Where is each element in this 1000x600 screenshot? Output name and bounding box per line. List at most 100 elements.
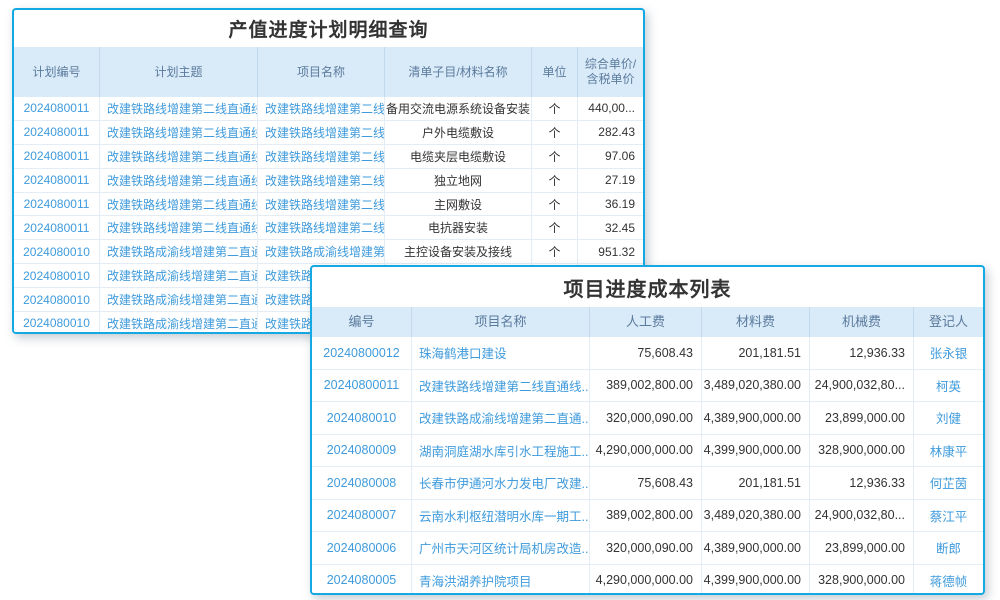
- column-header-material-name: 清单子目/材料名称: [385, 47, 532, 97]
- cell-unit-price: 32.45: [578, 216, 643, 239]
- table-row: 2024080010改建铁路成渝线增建第二直通改建铁路成渝线增建第二直通主控设备…: [14, 240, 643, 264]
- cell-registrant-link[interactable]: 断郎: [914, 532, 983, 564]
- cell-unit: 个: [532, 193, 578, 216]
- cell-plan-no-link[interactable]: 2024080010: [14, 264, 100, 287]
- cell-plan-subject-link[interactable]: 改建铁路线增建第二线直通线: [100, 145, 258, 168]
- cell-material-cost: 3,489,020,380.00: [702, 370, 810, 402]
- cell-registrant-link[interactable]: 柯英: [914, 370, 983, 402]
- cell-project-name-link[interactable]: 珠海鹤港口建设: [412, 337, 590, 369]
- cell-plan-subject-link[interactable]: 改建铁路成渝线增建第二直通: [100, 312, 258, 334]
- cell-plan-subject-link[interactable]: 改建铁路线增建第二线直通线: [100, 169, 258, 192]
- cell-no-link[interactable]: 2024080008: [312, 467, 412, 499]
- cell-registrant-link[interactable]: 蒋德帧: [914, 565, 983, 596]
- cell-project-name-link[interactable]: 改建铁路线增建第二线直通线: [258, 121, 385, 144]
- cell-material-cost: 4,399,900,000.00: [702, 565, 810, 596]
- column-header-no: 编号: [312, 307, 412, 337]
- cell-plan-no-link[interactable]: 2024080011: [14, 145, 100, 168]
- cell-machine-cost: 12,936.33: [810, 337, 914, 369]
- column-header-registrant: 登记人: [914, 307, 983, 337]
- cell-material-name: 主控设备安装及接线: [385, 240, 532, 263]
- cell-material-name: 独立地网: [385, 169, 532, 192]
- cell-material-name: 电抗器安装: [385, 216, 532, 239]
- table-row: 2024080010改建铁路成渝线增建第二直通...320,000,090.00…: [312, 402, 983, 435]
- cell-unit: 个: [532, 216, 578, 239]
- cell-unit-price: 440,00...: [578, 97, 643, 120]
- cell-labor-cost: 320,000,090.00: [590, 402, 702, 434]
- cell-project-name-link[interactable]: 改建铁路成渝线增建第二直通: [258, 240, 385, 263]
- cell-project-name-link[interactable]: 改建铁路线增建第二线直通线: [258, 145, 385, 168]
- cell-project-name-link[interactable]: 改建铁路线增建第二线直通线: [258, 216, 385, 239]
- cell-project-name-link[interactable]: 青海洪湖养护院项目: [412, 565, 590, 596]
- cell-no-link[interactable]: 2024080005: [312, 565, 412, 596]
- cell-plan-no-link[interactable]: 2024080010: [14, 312, 100, 334]
- cell-project-name-link[interactable]: 改建铁路线增建第二线直通线: [258, 193, 385, 216]
- cell-no-link[interactable]: 2024080006: [312, 532, 412, 564]
- cell-plan-no-link[interactable]: 2024080011: [14, 216, 100, 239]
- cell-plan-no-link[interactable]: 2024080011: [14, 121, 100, 144]
- cell-unit-price: 951.32: [578, 240, 643, 263]
- cell-registrant-link[interactable]: 张永银: [914, 337, 983, 369]
- cell-labor-cost: 4,290,000,000.00: [590, 565, 702, 596]
- cell-registrant-link[interactable]: 林康平: [914, 435, 983, 467]
- cell-project-name-link[interactable]: 改建铁路线增建第二线直通线...: [412, 370, 590, 402]
- cell-no-link[interactable]: 2024080010: [312, 402, 412, 434]
- table-row: 20240800012珠海鹤港口建设75,608.43201,181.5112,…: [312, 337, 983, 370]
- column-header-unit: 单位: [532, 47, 578, 97]
- cost-list-table-header: 编号 项目名称 人工费 材料费 机械费 登记人: [312, 307, 983, 337]
- cell-no-link[interactable]: 20240800011: [312, 370, 412, 402]
- cell-registrant-link[interactable]: 蔡江平: [914, 500, 983, 532]
- cell-project-name-link[interactable]: 改建铁路线增建第二线直通线: [258, 97, 385, 120]
- cell-project-name-link[interactable]: 云南水利枢纽潜明水库一期工...: [412, 500, 590, 532]
- table-row: 2024080011改建铁路线增建第二线直通线改建铁路线增建第二线直通线备用交流…: [14, 97, 643, 121]
- cell-project-name-link[interactable]: 长春市伊通河水力发电厂改建...: [412, 467, 590, 499]
- cell-plan-subject-link[interactable]: 改建铁路成渝线增建第二直通: [100, 288, 258, 311]
- cell-material-cost: 4,399,900,000.00: [702, 435, 810, 467]
- cell-material-cost: 3,489,020,380.00: [702, 500, 810, 532]
- page-canvas: 产值进度计划明细查询 计划编号 计划主题 项目名称 清单子目/材料名称 单位 综…: [0, 0, 1000, 600]
- cell-material-cost: 201,181.51: [702, 337, 810, 369]
- cell-machine-cost: 24,900,032,80...: [810, 500, 914, 532]
- cell-unit-price: 97.06: [578, 145, 643, 168]
- cell-material-name: 主网敷设: [385, 193, 532, 216]
- column-header-project-name: 项目名称: [258, 47, 385, 97]
- cell-plan-subject-link[interactable]: 改建铁路线增建第二线直通线: [100, 216, 258, 239]
- cell-project-name-link[interactable]: 改建铁路线增建第二线直通线: [258, 169, 385, 192]
- cell-plan-subject-link[interactable]: 改建铁路线增建第二线直通线: [100, 121, 258, 144]
- cell-labor-cost: 320,000,090.00: [590, 532, 702, 564]
- cell-plan-no-link[interactable]: 2024080010: [14, 288, 100, 311]
- cell-plan-subject-link[interactable]: 改建铁路线增建第二线直通线: [100, 97, 258, 120]
- column-header-project-name: 项目名称: [412, 307, 590, 337]
- cell-labor-cost: 389,002,800.00: [590, 500, 702, 532]
- cell-project-name-link[interactable]: 湖南洞庭湖水库引水工程施工...: [412, 435, 590, 467]
- table-row: 2024080006广州市天河区统计局机房改造...320,000,090.00…: [312, 532, 983, 565]
- cell-unit-price: 282.43: [578, 121, 643, 144]
- cell-plan-no-link[interactable]: 2024080011: [14, 193, 100, 216]
- cell-no-link[interactable]: 2024080009: [312, 435, 412, 467]
- cell-plan-subject-link[interactable]: 改建铁路成渝线增建第二直通: [100, 264, 258, 287]
- cell-unit-price: 27.19: [578, 169, 643, 192]
- cell-material-cost: 4,389,900,000.00: [702, 402, 810, 434]
- cost-list-table-body: 20240800012珠海鹤港口建设75,608.43201,181.5112,…: [312, 337, 983, 595]
- cell-plan-subject-link[interactable]: 改建铁路成渝线增建第二直通: [100, 240, 258, 263]
- cell-machine-cost: 328,900,000.00: [810, 565, 914, 596]
- table-row: 2024080011改建铁路线增建第二线直通线改建铁路线增建第二线直通线户外电缆…: [14, 121, 643, 145]
- cell-plan-no-link[interactable]: 2024080011: [14, 97, 100, 120]
- cell-unit: 个: [532, 97, 578, 120]
- table-row: 20240800011改建铁路线增建第二线直通线...389,002,800.0…: [312, 370, 983, 403]
- cell-plan-subject-link[interactable]: 改建铁路线增建第二线直通线: [100, 193, 258, 216]
- column-header-labor-cost: 人工费: [590, 307, 702, 337]
- cell-project-name-link[interactable]: 广州市天河区统计局机房改造...: [412, 532, 590, 564]
- cell-no-link[interactable]: 20240800012: [312, 337, 412, 369]
- column-header-plan-subject: 计划主题: [100, 47, 258, 97]
- cell-machine-cost: 328,900,000.00: [810, 435, 914, 467]
- cell-no-link[interactable]: 2024080007: [312, 500, 412, 532]
- cell-registrant-link[interactable]: 刘健: [914, 402, 983, 434]
- cell-project-name-link[interactable]: 改建铁路成渝线增建第二直通...: [412, 402, 590, 434]
- cell-plan-no-link[interactable]: 2024080011: [14, 169, 100, 192]
- cell-registrant-link[interactable]: 何芷茵: [914, 467, 983, 499]
- table-row: 2024080009湖南洞庭湖水库引水工程施工...4,290,000,000.…: [312, 435, 983, 468]
- cell-plan-no-link[interactable]: 2024080010: [14, 240, 100, 263]
- column-header-material-cost: 材料费: [702, 307, 810, 337]
- table-row: 2024080011改建铁路线增建第二线直通线改建铁路线增建第二线直通线电抗器安…: [14, 216, 643, 240]
- cell-material-name: 电缆夹层电缆敷设: [385, 145, 532, 168]
